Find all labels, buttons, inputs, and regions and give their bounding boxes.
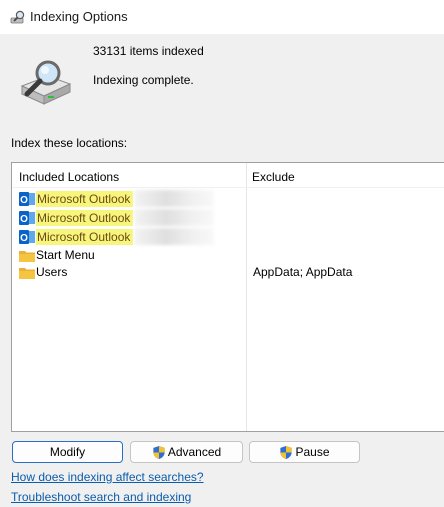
indexing-status-icon bbox=[20, 60, 72, 105]
location-row-users[interactable]: Users AppData; AppData bbox=[16, 263, 436, 282]
location-exclude: AppData; AppData bbox=[253, 265, 353, 279]
outlook-icon: O bbox=[19, 192, 35, 206]
items-indexed-count: 33131 items indexed bbox=[93, 44, 204, 58]
svg-text:O: O bbox=[20, 195, 28, 206]
folder-icon bbox=[19, 268, 35, 279]
location-label: Microsoft Outlook bbox=[36, 191, 134, 207]
svg-text:O: O bbox=[20, 214, 28, 225]
blurred-account-name bbox=[134, 228, 214, 245]
location-row-outlook-3[interactable]: O Microsoft Outlook bbox=[16, 227, 436, 246]
help-link[interactable]: How does indexing affect searches? bbox=[11, 470, 204, 484]
location-row-outlook-1[interactable]: O Microsoft Outlook bbox=[16, 189, 436, 208]
header-separator bbox=[12, 187, 444, 188]
uac-shield-icon bbox=[153, 445, 165, 459]
indexing-status-message: Indexing complete. bbox=[93, 73, 194, 87]
blurred-account-name bbox=[134, 209, 214, 226]
locations-list[interactable]: Included Locations Exclude O Microsoft O… bbox=[11, 162, 444, 432]
advanced-button[interactable]: Advanced bbox=[130, 441, 243, 463]
location-label: Microsoft Outlook bbox=[36, 210, 134, 226]
modify-button[interactable]: Modify bbox=[12, 441, 123, 463]
title-bar: Indexing Options bbox=[0, 0, 444, 34]
location-label: Microsoft Outlook bbox=[36, 229, 134, 245]
included-locations-header[interactable]: Included Locations bbox=[19, 170, 119, 184]
uac-shield-icon bbox=[280, 445, 293, 459]
pause-button[interactable]: Pause bbox=[249, 441, 360, 463]
advanced-button-label: Advanced bbox=[167, 445, 222, 459]
pause-button-label: Pause bbox=[295, 445, 330, 459]
index-locations-label: Index these locations: bbox=[11, 136, 128, 150]
location-label: Users bbox=[36, 265, 68, 279]
exclude-header[interactable]: Exclude bbox=[252, 170, 295, 184]
blurred-account-name bbox=[134, 190, 214, 207]
location-row-outlook-2[interactable]: O Microsoft Outlook bbox=[16, 208, 436, 227]
svg-text:O: O bbox=[20, 233, 28, 244]
modify-button-label: Modify bbox=[49, 445, 86, 459]
troubleshoot-link[interactable]: Troubleshoot search and indexing bbox=[11, 490, 191, 504]
window-title: Indexing Options bbox=[30, 9, 128, 24]
outlook-icon: O bbox=[19, 211, 35, 225]
location-label: Start Menu bbox=[36, 248, 95, 262]
outlook-icon: O bbox=[19, 230, 35, 244]
indexing-options-icon bbox=[10, 10, 25, 24]
